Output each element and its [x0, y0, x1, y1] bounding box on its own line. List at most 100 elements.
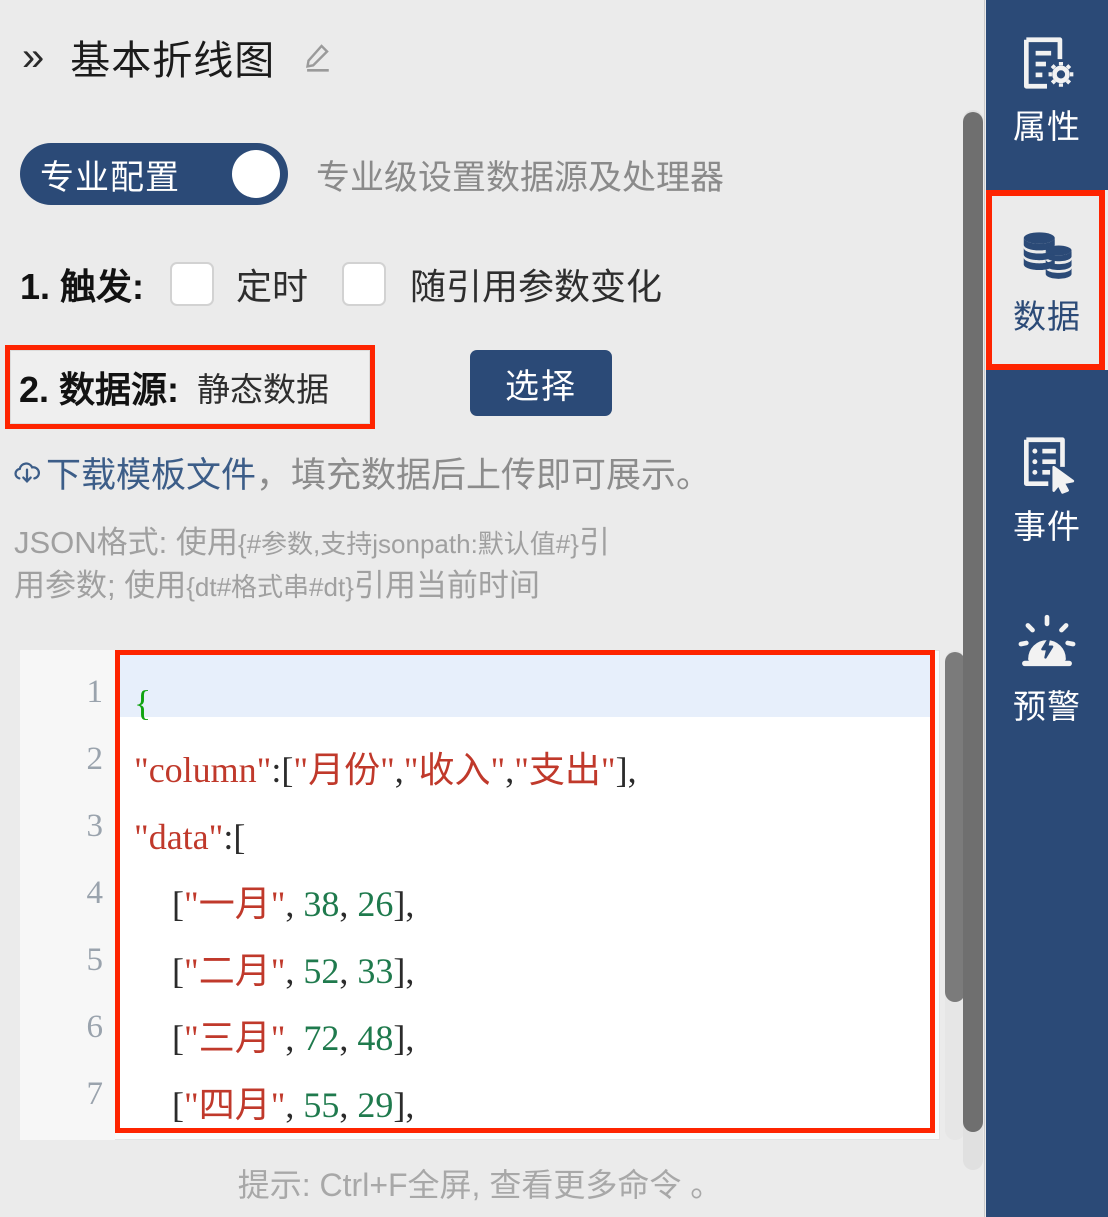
sidebar-label-properties: 属性	[1013, 108, 1081, 145]
code-token-brace: {	[134, 683, 152, 723]
code-token-pun: ,	[285, 951, 304, 991]
json-code-editor[interactable]: 1234567 {"column":["月份","收入","支出"], "data…	[20, 650, 940, 1140]
code-token-str: "支出"	[514, 750, 616, 790]
database-stack-icon	[1016, 222, 1078, 284]
editor-line-number: 7	[86, 1076, 104, 1112]
code-token-pun: ],	[615, 750, 637, 790]
code-token-pun: ,	[285, 1085, 304, 1125]
alarm-bolt-icon	[1016, 612, 1078, 674]
pro-config-toggle-label: 专业配置	[40, 158, 180, 197]
trigger-label-timer: 定时	[236, 266, 309, 307]
code-token-pun: ],	[393, 1085, 415, 1125]
data-config-panel: » 基本折线图 专业配置 专业级设置数据源及处理器 1. 触发: 定时 随引用参…	[0, 0, 985, 1217]
json-help-line1-param: {#参数,支持jsonpath:默认值#}	[237, 529, 579, 559]
sidebar-label-events: 事件	[1013, 508, 1081, 545]
pro-config-description: 专业级设置数据源及处理器	[316, 158, 724, 197]
code-token-pun: ,	[339, 1085, 358, 1125]
code-token-pun: ,	[394, 750, 404, 790]
trigger-checkbox-timer[interactable]	[170, 262, 215, 306]
editor-line-number: 3	[86, 808, 104, 844]
sidebar-item-data[interactable]: 数据	[986, 190, 1108, 370]
code-token-pun: ],	[393, 951, 415, 991]
code-token-pun: ,	[505, 750, 515, 790]
right-sidebar: 属性 数据 事件 预警	[986, 0, 1108, 1217]
download-template-link[interactable]: 下载模板文件	[46, 447, 256, 498]
code-token-str: "月份"	[293, 750, 395, 790]
editor-line-number: 1	[86, 674, 104, 710]
editor-scrollbar-thumb[interactable]	[945, 652, 965, 1002]
code-token-pun: ,	[285, 884, 304, 924]
code-token-num: 29	[357, 1085, 394, 1125]
cloud-download-icon[interactable]	[10, 456, 46, 490]
code-token-num: 38	[303, 884, 340, 924]
panel-header: » 基本折线图	[22, 26, 722, 88]
editor-code-line: {	[134, 685, 151, 721]
sidebar-item-properties[interactable]: 属性	[986, 0, 1108, 180]
code-token-pun: [	[172, 1085, 184, 1125]
code-token-str: "column"	[134, 750, 272, 790]
code-token-str: "收入"	[403, 750, 506, 790]
pro-config-toggle[interactable]: 专业配置	[20, 143, 288, 205]
code-token-pun: :[	[271, 750, 294, 790]
code-token-pun: [	[172, 951, 184, 991]
editor-line-number: 5	[86, 942, 104, 978]
code-token-pun: ],	[393, 884, 415, 924]
editor-code-line: ["四月", 55, 29],	[172, 1087, 414, 1123]
trigger-checkbox-param[interactable]	[342, 262, 387, 306]
editor-code-line: ["三月", 72, 48],	[172, 1020, 414, 1056]
code-token-num: 48	[357, 1018, 394, 1058]
json-help-line2-param: {dt#格式串#dt}	[186, 571, 354, 602]
sidebar-item-alerts[interactable]: 预警	[986, 580, 1108, 760]
trigger-label-param: 随引用参数变化	[410, 266, 663, 307]
double-chevron-right-icon[interactable]: »	[22, 37, 44, 77]
page-title: 基本折线图	[70, 39, 276, 83]
pro-config-row: 专业配置 专业级设置数据源及处理器	[20, 143, 724, 205]
editor-code-line: "data":[	[134, 819, 245, 855]
datasource-field[interactable]: 2. 数据源: 静态数据	[10, 350, 370, 424]
select-datasource-button[interactable]: 选择	[470, 350, 612, 416]
code-token-num: 55	[303, 1085, 340, 1125]
editor-highlight-box: {"column":["月份","收入","支出"], "data":[["一月"…	[115, 650, 935, 1133]
download-template-rest: ，填充数据后上传即可展示。	[256, 456, 712, 495]
code-token-num: 72	[303, 1018, 340, 1058]
code-token-num: 26	[357, 884, 394, 924]
code-token-pun: [	[172, 1018, 184, 1058]
editor-line-number: 2	[86, 741, 104, 777]
panel-scrollbar-thumb[interactable]	[963, 112, 983, 1132]
editor-gutter: 1 2 3 4 5 6 7	[20, 650, 115, 1140]
sidebar-label-alerts: 预警	[1013, 688, 1081, 725]
trigger-step-label: 1. 触发:	[20, 266, 145, 307]
code-token-pun: ,	[339, 1018, 358, 1058]
list-cursor-icon	[1016, 432, 1078, 494]
code-token-str: "二月"	[184, 951, 286, 991]
code-token-pun: [	[172, 884, 184, 924]
toggle-knob	[232, 150, 280, 198]
datasource-value: 静态数据	[197, 371, 330, 408]
editor-line-number: 6	[86, 1009, 104, 1045]
editor-code-line: ["一月", 38, 26],	[172, 886, 414, 922]
code-token-num: 33	[357, 951, 394, 991]
json-help-line1-prefix: JSON格式: 使用	[14, 525, 238, 560]
datasource-step-label: 2. 数据源:	[19, 369, 180, 410]
code-token-pun: ],	[393, 1018, 415, 1058]
sidebar-label-data: 数据	[1013, 298, 1081, 335]
chart-config-panel: » 基本折线图 专业配置 专业级设置数据源及处理器 1. 触发: 定时 随引用参…	[0, 0, 1108, 1217]
download-template-row: 下载模板文件 ，填充数据后上传即可展示。	[10, 447, 711, 498]
trigger-row: 1. 触发: 定时 随引用参数变化	[20, 258, 662, 310]
json-help-line1-suffix: 引	[578, 525, 610, 560]
sidebar-item-events[interactable]: 事件	[986, 400, 1108, 580]
code-token-pun: ,	[339, 951, 358, 991]
editor-code-line: ["二月", 52, 33],	[172, 953, 414, 989]
editor-code-area[interactable]: {"column":["月份","收入","支出"], "data":[["一月"…	[120, 655, 930, 1128]
code-token-str: "一月"	[184, 884, 286, 924]
editor-tip: 提示: Ctrl+F全屏, 查看更多命令 。	[237, 1167, 723, 1203]
editor-code-line: "column":["月份","收入","支出"],	[134, 752, 637, 788]
json-format-help: JSON格式: 使用{#参数,支持jsonpath:默认值#}引 用参数; 使用…	[14, 522, 964, 608]
code-token-str: "四月"	[184, 1085, 286, 1125]
code-token-str: "data"	[134, 817, 224, 857]
code-token-pun: :[	[223, 817, 246, 857]
code-token-pun: ,	[285, 1018, 304, 1058]
pencil-icon[interactable]	[301, 40, 335, 74]
code-token-num: 52	[303, 951, 340, 991]
editor-line-number: 4	[86, 875, 104, 911]
